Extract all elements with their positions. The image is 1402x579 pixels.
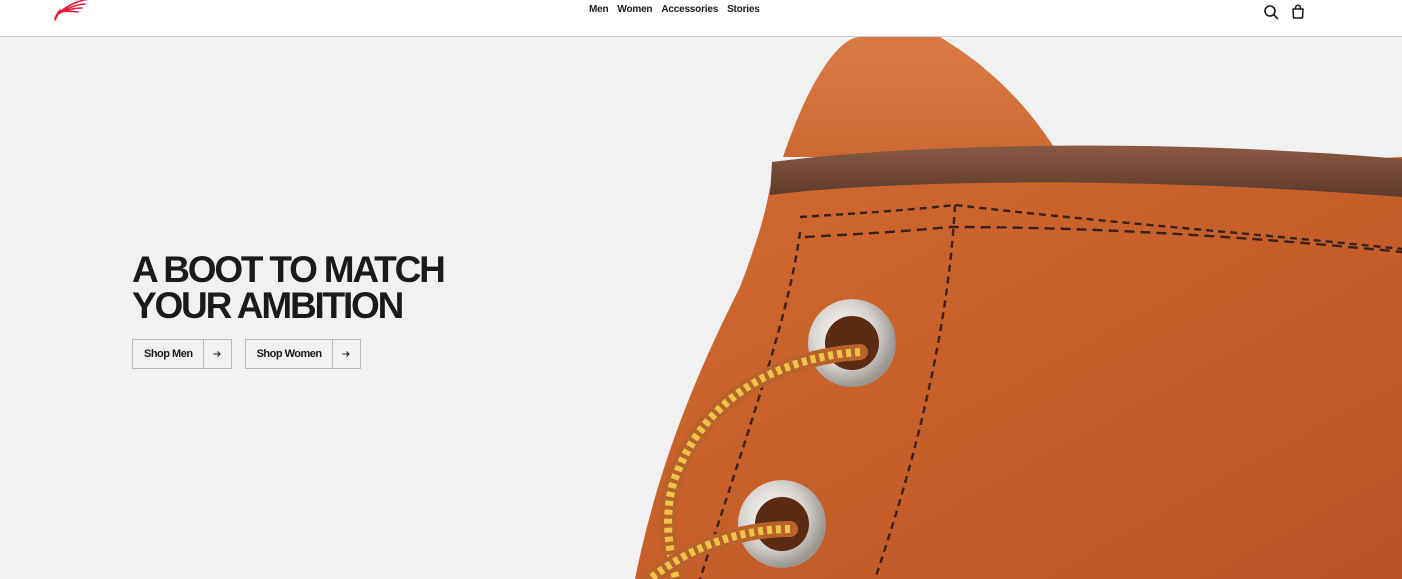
main-nav: Men Women Accessories Stories xyxy=(586,4,766,16)
nav-stories[interactable]: Stories xyxy=(724,4,766,16)
nav-women[interactable]: Women xyxy=(614,4,658,16)
headline-line-1: A BOOT TO MATCH xyxy=(132,249,446,290)
headline-line-2: YOUR AMBITION xyxy=(132,285,404,326)
shop-men-label: Shop Men xyxy=(133,340,204,368)
hero-banner: A BOOT TO MATCH YOUR AMBITION Shop Men S… xyxy=(0,37,1402,579)
nav-men[interactable]: Men xyxy=(586,4,614,16)
red-wing-logo-icon[interactable] xyxy=(52,0,92,24)
search-icon[interactable] xyxy=(1263,4,1279,20)
shopping-bag-icon[interactable] xyxy=(1290,4,1306,20)
nav-accessories[interactable]: Accessories xyxy=(658,4,724,16)
arrow-right-icon xyxy=(204,340,231,368)
hero-cta-group: Shop Men Shop Women xyxy=(132,339,361,369)
shop-men-button[interactable]: Shop Men xyxy=(132,339,232,369)
site-header: Men Women Accessories Stories xyxy=(0,0,1402,37)
shop-women-label: Shop Women xyxy=(246,340,333,368)
arrow-right-icon xyxy=(333,340,360,368)
shop-women-button[interactable]: Shop Women xyxy=(244,339,361,369)
hero-headline: A BOOT TO MATCH YOUR AMBITION xyxy=(132,249,492,326)
